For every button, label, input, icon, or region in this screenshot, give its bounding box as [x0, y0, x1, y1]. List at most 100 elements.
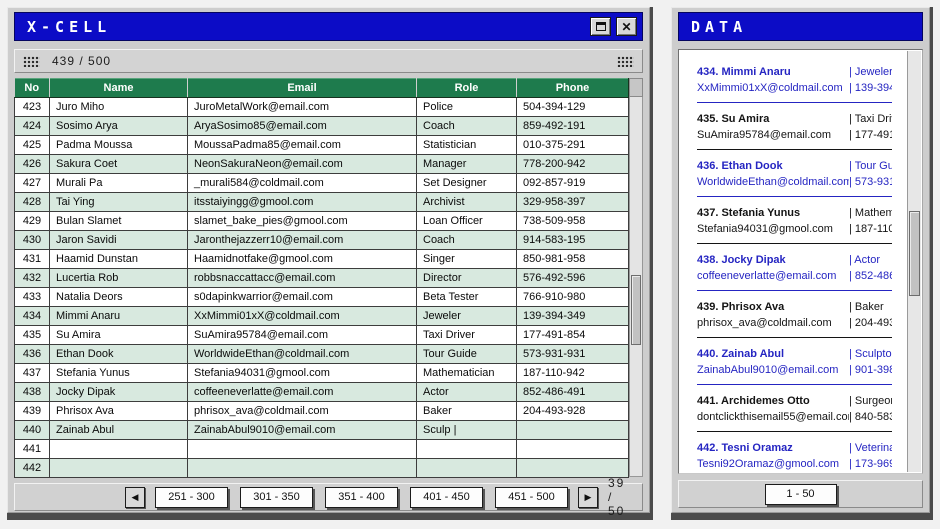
- name-cell[interactable]: Stefania Yunus: [50, 364, 188, 383]
- name-cell[interactable]: Tai Ying: [50, 193, 188, 212]
- row-number-cell[interactable]: 423: [15, 98, 50, 117]
- email-cell[interactable]: robbsnaccattacc@email.com: [188, 269, 417, 288]
- phone-cell[interactable]: 504-394-129: [517, 98, 629, 117]
- row-number-cell[interactable]: 441: [15, 440, 50, 459]
- phone-cell[interactable]: 852-486-491: [517, 383, 629, 402]
- phone-cell[interactable]: [517, 440, 629, 459]
- data-scrollbar-thumb[interactable]: [909, 211, 920, 296]
- role-cell[interactable]: Coach: [417, 231, 517, 250]
- name-cell[interactable]: Jaron Savidi: [50, 231, 188, 250]
- column-header-no[interactable]: No: [15, 79, 50, 98]
- row-number-cell[interactable]: 438: [15, 383, 50, 402]
- name-cell[interactable]: Natalia Deors: [50, 288, 188, 307]
- column-header-role[interactable]: Role: [417, 79, 517, 98]
- name-cell[interactable]: Bulan Slamet: [50, 212, 188, 231]
- row-number-cell[interactable]: 429: [15, 212, 50, 231]
- phone-cell[interactable]: 329-958-397: [517, 193, 629, 212]
- table-scrollbar[interactable]: [629, 78, 643, 477]
- page-range-button[interactable]: 451 - 500: [495, 487, 568, 508]
- phone-cell[interactable]: 738-509-958: [517, 212, 629, 231]
- email-cell[interactable]: s0dapinkwarrior@email.com: [188, 288, 417, 307]
- name-cell[interactable]: Phrisox Ava: [50, 402, 188, 421]
- name-cell[interactable]: Sakura Coet: [50, 155, 188, 174]
- role-cell[interactable]: Singer: [417, 250, 517, 269]
- email-cell[interactable]: ZainabAbul9010@email.com: [188, 421, 417, 440]
- xcell-titlebar[interactable]: X-CELL ✕: [14, 12, 643, 41]
- name-cell[interactable]: Su Amira: [50, 326, 188, 345]
- close-button[interactable]: ✕: [616, 17, 637, 36]
- email-cell[interactable]: Jaronthejazzerr10@email.com: [188, 231, 417, 250]
- role-cell[interactable]: [417, 440, 517, 459]
- name-cell[interactable]: Zainab Abul: [50, 421, 188, 440]
- email-cell[interactable]: Stefania94031@gmool.com: [188, 364, 417, 383]
- role-cell[interactable]: Mathematician: [417, 364, 517, 383]
- row-number-cell[interactable]: 432: [15, 269, 50, 288]
- phone-cell[interactable]: 204-493-928: [517, 402, 629, 421]
- role-cell[interactable]: Set Designer: [417, 174, 517, 193]
- range-button[interactable]: 1 - 50: [765, 484, 837, 505]
- phone-cell[interactable]: 139-394-349: [517, 307, 629, 326]
- role-cell[interactable]: Actor: [417, 383, 517, 402]
- role-cell[interactable]: Police: [417, 98, 517, 117]
- data-entry[interactable]: 434. Mimmi Anaru| JewelerXxMimmi01xX@col…: [697, 64, 892, 103]
- page-range-button[interactable]: 351 - 400: [325, 487, 398, 508]
- role-cell[interactable]: Tour Guide: [417, 345, 517, 364]
- data-panel-scrollbar[interactable]: [907, 51, 921, 472]
- email-cell[interactable]: NeonSakuraNeon@email.com: [188, 155, 417, 174]
- phone-cell[interactable]: 177-491-854: [517, 326, 629, 345]
- phone-cell[interactable]: 778-200-942: [517, 155, 629, 174]
- name-cell[interactable]: [50, 440, 188, 459]
- row-number-cell[interactable]: 440: [15, 421, 50, 440]
- name-cell[interactable]: Lucertia Rob: [50, 269, 188, 288]
- email-cell[interactable]: SuAmira95784@email.com: [188, 326, 417, 345]
- data-entry[interactable]: 438. Jocky Dipak| Actorcoffeeneverlatte@…: [697, 252, 892, 291]
- row-number-cell[interactable]: 427: [15, 174, 50, 193]
- data-entry[interactable]: 441. Archidemes Otto| Surgeondontclickth…: [697, 393, 892, 432]
- email-cell[interactable]: _murali584@coldmail.com: [188, 174, 417, 193]
- phone-cell[interactable]: 766-910-980: [517, 288, 629, 307]
- prev-page-button[interactable]: ◀: [125, 487, 145, 508]
- scrollbar-thumb[interactable]: [631, 275, 641, 345]
- email-cell[interactable]: slamet_bake_pies@gmool.com: [188, 212, 417, 231]
- phone-cell[interactable]: [517, 459, 629, 478]
- email-cell[interactable]: XxMimmi01xX@coldmail.com: [188, 307, 417, 326]
- email-cell[interactable]: [188, 459, 417, 478]
- role-cell[interactable]: Coach: [417, 117, 517, 136]
- email-cell[interactable]: [188, 440, 417, 459]
- data-entry[interactable]: 442. Tesni Oramaz| VeterinaryTesni92Oram…: [697, 440, 892, 474]
- row-number-cell[interactable]: 430: [15, 231, 50, 250]
- row-number-cell[interactable]: 439: [15, 402, 50, 421]
- phone-cell[interactable]: [517, 421, 629, 440]
- name-cell[interactable]: Haamid Dunstan: [50, 250, 188, 269]
- phone-cell[interactable]: 573-931-931: [517, 345, 629, 364]
- phone-cell[interactable]: 859-492-191: [517, 117, 629, 136]
- next-page-button[interactable]: ▶: [578, 487, 598, 508]
- email-cell[interactable]: coffeeneverlatte@email.com: [188, 383, 417, 402]
- email-cell[interactable]: itsstaiyingg@gmool.com: [188, 193, 417, 212]
- row-number-cell[interactable]: 437: [15, 364, 50, 383]
- name-cell[interactable]: Murali Pa: [50, 174, 188, 193]
- role-cell[interactable]: Jeweler: [417, 307, 517, 326]
- phone-cell[interactable]: 010-375-291: [517, 136, 629, 155]
- column-header-name[interactable]: Name: [50, 79, 188, 98]
- role-cell[interactable]: Statistician: [417, 136, 517, 155]
- data-entry[interactable]: 440. Zainab Abul| SculptorZainabAbul9010…: [697, 346, 892, 385]
- email-cell[interactable]: WorldwideEthan@coldmail.com: [188, 345, 417, 364]
- row-number-cell[interactable]: 433: [15, 288, 50, 307]
- data-titlebar[interactable]: DATA: [678, 12, 923, 41]
- data-entry[interactable]: 435. Su Amira| Taxi DriverSuAmira95784@e…: [697, 111, 892, 150]
- phone-cell[interactable]: 092-857-919: [517, 174, 629, 193]
- name-cell[interactable]: Mimmi Anaru: [50, 307, 188, 326]
- row-number-cell[interactable]: 435: [15, 326, 50, 345]
- page-range-button[interactable]: 401 - 450: [410, 487, 483, 508]
- role-cell[interactable]: Director: [417, 269, 517, 288]
- name-cell[interactable]: Sosimo Arya: [50, 117, 188, 136]
- scrollbar-track[interactable]: [629, 97, 643, 477]
- email-cell[interactable]: Haamidnotfake@gmool.com: [188, 250, 417, 269]
- column-header-email[interactable]: Email: [188, 79, 417, 98]
- page-range-button[interactable]: 251 - 300: [155, 487, 228, 508]
- name-cell[interactable]: Padma Moussa: [50, 136, 188, 155]
- role-cell[interactable]: [417, 459, 517, 478]
- row-number-cell[interactable]: 431: [15, 250, 50, 269]
- role-cell[interactable]: Baker: [417, 402, 517, 421]
